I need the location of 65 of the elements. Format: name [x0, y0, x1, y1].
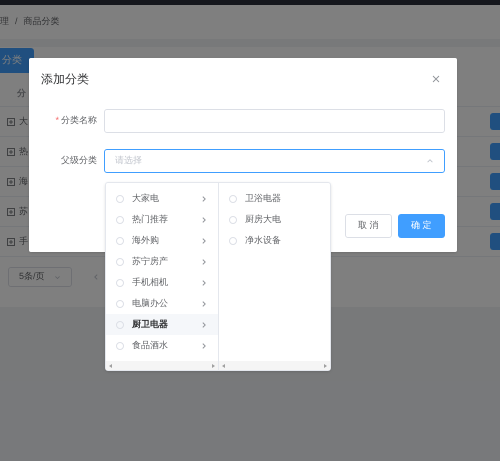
- table-cell-text: 热: [19, 144, 28, 158]
- radio-icon[interactable]: [116, 342, 124, 350]
- radio-icon[interactable]: [116, 258, 124, 266]
- field-label: 分类名称: [61, 114, 97, 128]
- action-button[interactable]: [490, 143, 500, 160]
- cascader-option[interactable]: 食品酒水: [106, 335, 218, 356]
- chevron-right-icon: [200, 300, 208, 308]
- radio-icon[interactable]: [116, 216, 124, 224]
- radio-icon[interactable]: [229, 194, 237, 202]
- chevron-right-icon: [200, 216, 208, 224]
- close-icon[interactable]: [432, 75, 440, 83]
- radio-icon[interactable]: [229, 216, 237, 224]
- chevron-right-icon: [200, 278, 208, 286]
- chevron-right-icon: [200, 320, 208, 328]
- chevron-right-icon: [200, 342, 208, 350]
- breadcrumb-item[interactable]: 理: [0, 15, 9, 29]
- cascader-option[interactable]: 热门推荐: [106, 209, 218, 230]
- radio-icon[interactable]: [116, 236, 124, 244]
- required-mark: *: [55, 114, 59, 128]
- radio-icon[interactable]: [116, 194, 124, 202]
- breadcrumb-separator: /: [15, 15, 18, 28]
- chevron-left-icon: [92, 273, 100, 281]
- scroll-right-icon[interactable]: [323, 364, 327, 368]
- radio-icon[interactable]: [229, 236, 237, 244]
- horizontal-scrollbar[interactable]: [219, 361, 330, 370]
- breadcrumb-item[interactable]: 商品分类: [24, 15, 60, 29]
- action-button[interactable]: [490, 113, 500, 130]
- action-button[interactable]: [490, 173, 500, 190]
- chevron-up-icon: [54, 274, 61, 280]
- page-size-select[interactable]: 5条/页: [8, 267, 72, 287]
- table-cell-text: 手: [19, 234, 28, 248]
- cascader-option[interactable]: 净水设备: [219, 230, 330, 251]
- cascader-option[interactable]: 苏宁房产: [106, 251, 218, 272]
- chevron-right-icon: [200, 258, 208, 266]
- cascader-option[interactable]: 卫浴电器: [219, 188, 330, 209]
- cascader-option[interactable]: 厨房大电: [219, 209, 330, 230]
- expand-icon[interactable]: [7, 178, 15, 186]
- scroll-left-icon[interactable]: [109, 364, 113, 368]
- cascader-option[interactable]: 大家电: [106, 188, 218, 209]
- expand-icon[interactable]: [7, 148, 15, 156]
- cascader-option[interactable]: 电脑办公: [106, 293, 218, 314]
- chevron-right-icon: [200, 194, 208, 202]
- table-cell-text: 大: [19, 114, 28, 128]
- radio-icon[interactable]: [116, 320, 124, 328]
- radio-icon[interactable]: [116, 300, 124, 308]
- input-field[interactable]: [104, 109, 445, 133]
- action-button[interactable]: [490, 203, 500, 220]
- table-cell-text: 海: [19, 174, 28, 188]
- dialog-title: 添加分类: [41, 71, 89, 88]
- cascader-option[interactable]: 海外购: [106, 230, 218, 251]
- horizontal-scrollbar[interactable]: [106, 361, 218, 370]
- cancel-button[interactable]: 取 消: [345, 214, 392, 238]
- field-label: 父级分类: [61, 154, 97, 168]
- expand-icon[interactable]: [7, 238, 15, 246]
- action-button[interactable]: [490, 233, 500, 250]
- expand-icon[interactable]: [7, 118, 15, 126]
- chevron-up-icon: [426, 157, 434, 165]
- chevron-right-icon: [200, 236, 208, 244]
- cascader-option[interactable]: 厨卫电器: [106, 314, 218, 335]
- radio-icon[interactable]: [116, 278, 124, 286]
- table-cell-text: 苏: [19, 204, 28, 218]
- scroll-right-icon[interactable]: [211, 364, 215, 368]
- expand-icon[interactable]: [7, 208, 15, 216]
- scroll-left-icon[interactable]: [222, 364, 226, 368]
- cascader-option[interactable]: 手机相机: [106, 272, 218, 293]
